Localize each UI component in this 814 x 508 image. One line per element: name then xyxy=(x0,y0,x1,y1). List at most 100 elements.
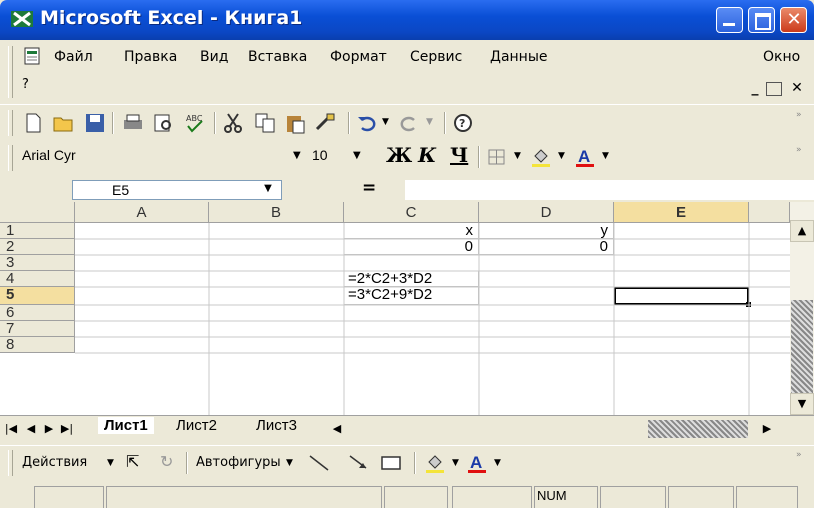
fill-color-dropdown-icon[interactable]: ▼ xyxy=(558,151,565,161)
toolbar-grip[interactable] xyxy=(8,110,13,136)
excel-app-icon[interactable] xyxy=(10,8,34,30)
underline-button[interactable]: Ч xyxy=(450,143,468,167)
workbook-icon[interactable] xyxy=(23,47,43,65)
menubar-grip[interactable] xyxy=(8,46,13,98)
prev-sheet-icon[interactable]: ◀ xyxy=(24,421,38,437)
first-sheet-icon[interactable]: |◀ xyxy=(4,421,18,437)
draw-actions-menu[interactable]: Действия xyxy=(22,455,87,470)
hscroll-left-icon[interactable]: ◀ xyxy=(330,421,344,437)
format-painter-icon[interactable] xyxy=(314,112,336,134)
save-icon[interactable] xyxy=(84,112,106,134)
font-color-dropdown-icon[interactable]: ▼ xyxy=(602,151,609,161)
menu-format[interactable]: Формат xyxy=(330,49,387,65)
draw-font-color-dropdown-icon[interactable]: ▼ xyxy=(494,458,501,468)
spelling-icon[interactable]: ABC xyxy=(184,112,206,134)
select-all-corner[interactable] xyxy=(0,202,75,223)
draw-fill-dropdown-icon[interactable]: ▼ xyxy=(452,458,459,468)
office-assistant-icon[interactable]: ? xyxy=(452,112,474,134)
free-rotate-icon[interactable]: ↻ xyxy=(160,452,173,471)
open-folder-icon[interactable] xyxy=(52,112,74,134)
minimize-button[interactable] xyxy=(716,7,743,33)
sheet-tab-2[interactable]: Лист2 xyxy=(176,417,217,434)
select-objects-icon[interactable]: ⇱ xyxy=(126,452,139,471)
menu-insert[interactable]: Вставка xyxy=(248,49,307,65)
menu-file[interactable]: Файл xyxy=(54,49,93,65)
row-header-8[interactable]: 8 xyxy=(0,337,75,353)
row-header-6[interactable]: 6 xyxy=(0,305,75,321)
scroll-down-icon[interactable]: ▼ xyxy=(790,393,814,415)
draw-actions-dropdown-icon[interactable]: ▼ xyxy=(107,458,114,468)
arrow-tool-icon[interactable] xyxy=(348,452,370,474)
vertical-scroll-thumb[interactable] xyxy=(791,300,813,400)
bold-button[interactable]: Ж xyxy=(386,143,412,167)
font-size-select[interactable]: 10 xyxy=(312,147,328,163)
excel-window: Microsoft Excel - Книга1 ✕ Файл Правка В… xyxy=(0,0,814,508)
close-button[interactable]: ✕ xyxy=(780,7,807,33)
borders-icon[interactable] xyxy=(486,146,508,168)
rectangle-tool-icon[interactable] xyxy=(380,452,402,474)
formula-input[interactable] xyxy=(405,180,814,200)
fill-color-icon[interactable] xyxy=(530,146,552,168)
column-header-d[interactable]: D xyxy=(479,202,614,223)
scroll-up-icon[interactable]: ▲ xyxy=(790,220,814,242)
hscroll-right-icon[interactable]: ▶ xyxy=(760,421,774,437)
draw-fill-color-icon[interactable] xyxy=(424,452,446,474)
menu-tools[interactable]: Сервис xyxy=(410,49,462,65)
last-sheet-icon[interactable]: ▶| xyxy=(60,421,74,437)
row-header-1[interactable]: 1 xyxy=(0,223,75,239)
menu-window[interactable]: Окно xyxy=(763,49,800,65)
horizontal-scroll-thumb[interactable] xyxy=(648,420,748,438)
draw-font-color-icon[interactable]: A xyxy=(466,452,488,474)
name-box-dropdown-icon[interactable]: ▼ xyxy=(258,181,278,197)
next-sheet-icon[interactable]: ▶ xyxy=(42,421,56,437)
row-header-7[interactable]: 7 xyxy=(0,321,75,337)
toolbar-grip[interactable] xyxy=(8,450,13,476)
italic-button[interactable]: К xyxy=(418,143,436,167)
toolbar-grip[interactable] xyxy=(8,145,13,171)
column-header-f[interactable] xyxy=(749,202,790,223)
column-header-b[interactable]: B xyxy=(209,202,344,223)
menu-edit[interactable]: Правка xyxy=(124,49,177,65)
maximize-button[interactable] xyxy=(748,7,775,33)
autoshapes-dropdown-icon[interactable]: ▼ xyxy=(286,458,293,468)
row-header-2[interactable]: 2 xyxy=(0,239,75,255)
redo-icon[interactable] xyxy=(398,112,420,134)
drawing-toolbar xyxy=(0,445,814,482)
sheet-tab-1[interactable]: Лист1 xyxy=(98,417,154,434)
toolbar-options-icon[interactable]: » xyxy=(796,110,802,120)
column-header-a[interactable]: A xyxy=(75,202,209,223)
toolbar-options-icon[interactable]: » xyxy=(796,450,802,460)
font-size-dropdown-icon[interactable]: ▼ xyxy=(353,150,361,161)
title-bar[interactable]: Microsoft Excel - Книга1 ✕ xyxy=(0,0,814,40)
row-header-4[interactable]: 4 xyxy=(0,271,75,287)
row-header-5[interactable]: 5 xyxy=(0,287,75,305)
line-tool-icon[interactable] xyxy=(308,452,330,474)
autoshapes-menu[interactable]: Автофигуры xyxy=(196,455,281,470)
print-icon[interactable] xyxy=(122,112,144,134)
copy-icon[interactable] xyxy=(254,112,276,134)
font-name-dropdown-icon[interactable]: ▼ xyxy=(293,150,301,161)
redo-dropdown-icon[interactable]: ▼ xyxy=(426,117,433,127)
cut-icon[interactable] xyxy=(222,112,244,134)
paste-icon[interactable] xyxy=(284,112,306,134)
menu-view[interactable]: Вид xyxy=(200,49,228,65)
column-header-c[interactable]: C xyxy=(344,202,479,223)
menu-data[interactable]: Данные xyxy=(490,49,548,65)
doc-restore-button[interactable] xyxy=(766,82,782,96)
new-document-icon[interactable] xyxy=(22,112,44,134)
doc-close-button[interactable]: ✕ xyxy=(788,80,806,97)
undo-icon[interactable] xyxy=(356,112,378,134)
print-preview-icon[interactable] xyxy=(152,112,174,134)
row-header-3[interactable]: 3 xyxy=(0,255,75,271)
insert-function-button[interactable]: = xyxy=(362,178,376,198)
borders-dropdown-icon[interactable]: ▼ xyxy=(514,151,521,161)
menu-help[interactable]: ? xyxy=(22,77,29,92)
column-header-e[interactable]: E xyxy=(614,202,749,223)
sheet-tab-3[interactable]: Лист3 xyxy=(256,417,297,434)
undo-dropdown-icon[interactable]: ▼ xyxy=(382,117,389,127)
name-box[interactable] xyxy=(72,180,282,200)
font-name-select[interactable]: Arial Cyr xyxy=(22,147,76,163)
font-color-icon[interactable]: A xyxy=(574,146,596,168)
toolbar-options-icon[interactable]: » xyxy=(796,145,802,155)
doc-minimize-button[interactable]: _ xyxy=(746,80,764,97)
